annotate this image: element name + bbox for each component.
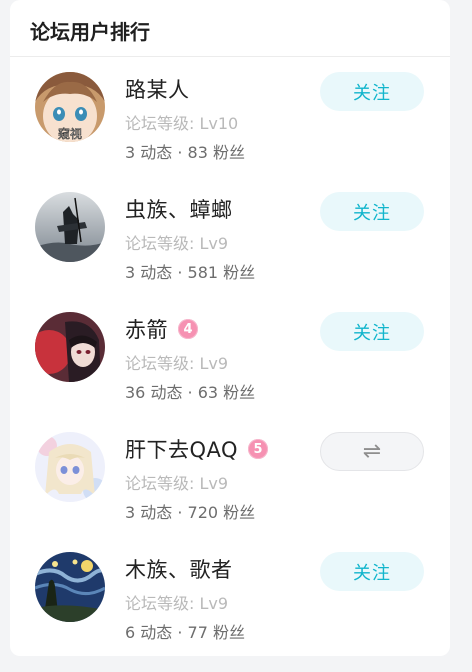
avatar-caption: 窥视 xyxy=(58,126,82,141)
user-name[interactable]: 路某人 xyxy=(125,74,190,104)
user-name[interactable]: 肝下去QAQ xyxy=(125,434,238,464)
user-level: 论坛等级: Lv10 xyxy=(125,114,239,133)
user-stats: 36 动态 · 63 粉丝 xyxy=(125,383,256,402)
follow-button[interactable]: 关注 xyxy=(320,192,424,231)
user-name[interactable]: 赤箭 xyxy=(125,314,168,344)
avatar[interactable]: 窥视 xyxy=(35,72,105,142)
name-line: 肝下去QAQ 5 xyxy=(125,434,269,464)
user-level: 论坛等级: Lv9 xyxy=(125,354,229,373)
name-line: 路某人 xyxy=(125,75,190,103)
follow-button[interactable]: 关注 xyxy=(320,72,424,111)
name-line: 木族、歌者 xyxy=(125,555,233,583)
mutual-follow-button[interactable]: ⇌ xyxy=(320,432,424,471)
avatar[interactable] xyxy=(35,312,105,382)
name-line: 赤箭 4 xyxy=(125,315,198,343)
panel-title: 论坛用户排行 xyxy=(30,20,150,44)
user-name[interactable]: 虫族、蟑螂 xyxy=(125,194,233,224)
user-row: 赤箭 4 论坛等级: Lv9 36 动态 · 63 粉丝 关注 xyxy=(10,312,450,432)
user-stats: 3 动态 · 720 粉丝 xyxy=(125,503,256,522)
user-level: 论坛等级: Lv9 xyxy=(125,594,229,613)
user-stats: 3 动态 · 83 粉丝 xyxy=(125,143,245,162)
name-line: 虫族、蟑螂 xyxy=(125,195,233,223)
follow-button[interactable]: 关注 xyxy=(320,552,424,591)
avatar[interactable] xyxy=(35,552,105,622)
avatar[interactable] xyxy=(35,192,105,262)
user-stats: 3 动态 · 581 粉丝 xyxy=(125,263,256,282)
user-level: 论坛等级: Lv9 xyxy=(125,474,229,493)
level-badge: 4 xyxy=(178,319,198,339)
user-level: 论坛等级: Lv9 xyxy=(125,234,229,253)
title-divider xyxy=(10,56,450,57)
user-row: 木族、歌者 论坛等级: Lv9 6 动态 · 77 粉丝 关注 xyxy=(10,552,450,672)
user-row: 肝下去QAQ 5 论坛等级: Lv9 3 动态 · 720 粉丝 ⇌ xyxy=(10,432,450,552)
avatar[interactable] xyxy=(35,432,105,502)
user-ranking-panel: 论坛用户排行 窥视 路某人 论坛等级: Lv10 3 动态 · 83 粉丝 关注 xyxy=(10,0,450,656)
user-name[interactable]: 木族、歌者 xyxy=(125,554,233,584)
user-stats: 6 动态 · 77 粉丝 xyxy=(125,623,245,642)
level-badge: 5 xyxy=(248,439,269,459)
swap-arrows-icon: ⇌ xyxy=(362,438,382,464)
user-row: 虫族、蟑螂 论坛等级: Lv9 3 动态 · 581 粉丝 关注 xyxy=(10,192,450,312)
user-row: 窥视 路某人 论坛等级: Lv10 3 动态 · 83 粉丝 关注 xyxy=(10,72,450,192)
follow-button[interactable]: 关注 xyxy=(320,312,424,351)
